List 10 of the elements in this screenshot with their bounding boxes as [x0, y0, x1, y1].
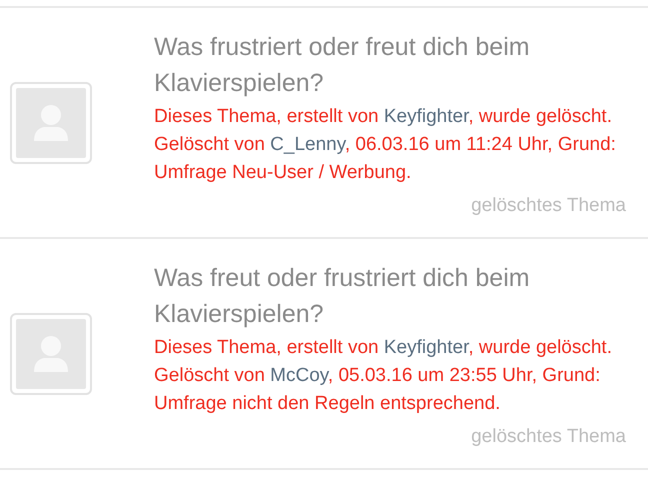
user-link[interactable]: Keyfighter [384, 336, 468, 358]
user-link[interactable]: McCoy [270, 364, 328, 386]
thread-title[interactable]: Was frustriert oder freut dich beim Klavierspielen? [154, 28, 626, 100]
status-label: gelöschtes Thema [471, 194, 626, 216]
status-label: gelöschtes Thema [471, 426, 626, 448]
deletion-notice: Dieses Thema, erstellt von Keyfighter, wurde gelöscht. Gelöscht von McCoy, 05.03.16 um 23:55 Uhr, Grund: Umfrage nicht den Regeln entsprechend. [154, 336, 613, 416]
user-link[interactable]: C_Lenny [270, 134, 345, 154]
deletion-notice: Dieses Thema, erstellt von Keyfighter, wurde gelöscht. Gelöscht von C_Lenny, 06.03.16 um 11:24 Uhr, Grund: Umfrage Neu-User / Werbung. [154, 104, 617, 184]
user-link[interactable]: Keyfighter [384, 106, 468, 126]
thread-title[interactable]: Was freut oder frustriert dich beim Klavierspielen? [154, 260, 626, 332]
